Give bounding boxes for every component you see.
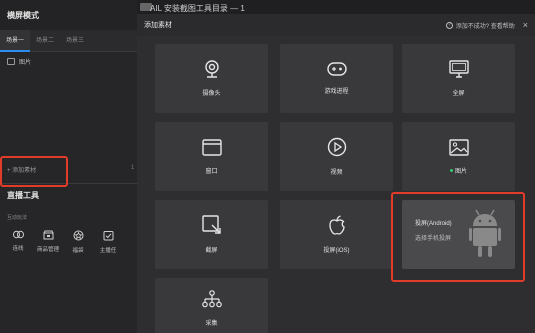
tool-task[interactable]: 主播任: [97, 230, 119, 254]
tool-label: 主播任: [99, 248, 117, 254]
tools-row: 连线 商品管理 福袋 主播任: [7, 230, 119, 254]
highlight-android-cast: [391, 192, 525, 282]
tile-label: 图片: [449, 166, 467, 175]
tab-scene-2[interactable]: 场景二: [30, 30, 60, 52]
tile-video[interactable]: 视频: [280, 122, 393, 191]
image-icon: [448, 138, 469, 156]
live-tools-title: 直播工具: [7, 191, 39, 200]
monitor-icon: [448, 60, 469, 78]
tile-label: 投屏(iOS): [323, 248, 350, 254]
mode-title: 横屏模式: [0, 0, 137, 30]
tile-label: 窗口: [205, 168, 218, 175]
help-text: 添加不成功? 查看帮助: [455, 23, 515, 30]
add-source-dialog: 添加素材 ? 添加不成功? 查看帮助 × 摄像头 游戏进程 全屏 窗口 视频 图…: [137, 14, 535, 333]
tile-fullscreen[interactable]: 全屏: [402, 44, 515, 113]
dialog-title: 添加素材: [144, 22, 172, 29]
left-panel: 横屏模式 场景一 场景二 场景三 图片 + 添加素材 1 直播工具 互动玩法 连…: [0, 0, 137, 333]
tool-label: 福袋: [72, 248, 84, 254]
tile-ios-cast[interactable]: 投屏(iOS): [280, 200, 393, 269]
scene-tabs: 场景一 场景二 场景三: [0, 29, 137, 52]
edge-marker: 1: [131, 165, 135, 171]
interact-label: 互动玩法: [7, 215, 28, 221]
gamepad-icon: [326, 62, 347, 76]
top-strip-title: AIL 安装截图工具目录 — 1: [150, 4, 245, 13]
tab-scene-1[interactable]: 场景一: [0, 29, 31, 52]
capture-icon: [201, 290, 222, 308]
tile-label: 游戏进程: [324, 89, 349, 95]
task-check-icon: [103, 231, 113, 241]
dialog-header: 添加素材 ? 添加不成功? 查看帮助 ×: [137, 14, 535, 36]
tile-label: 截屏: [205, 248, 218, 254]
tile-image[interactable]: 图片: [402, 122, 515, 191]
shop-icon: [43, 230, 53, 240]
tile-window[interactable]: 窗口: [155, 122, 268, 191]
screenshot-icon: [201, 215, 221, 234]
tile-label: 视频: [330, 170, 343, 176]
tool-gift[interactable]: 福袋: [67, 230, 89, 254]
highlight-add-source: [0, 156, 68, 187]
gift-badge-icon: [73, 230, 83, 241]
tile-screenshot[interactable]: 截屏: [155, 200, 268, 269]
tool-shop[interactable]: 商品管理: [37, 230, 59, 254]
help-link[interactable]: ? 添加不成功? 查看帮助: [445, 21, 515, 30]
camera-icon: [204, 60, 219, 78]
tile-camera[interactable]: 摄像头: [155, 44, 268, 113]
tool-label: 连线: [12, 246, 24, 252]
window-icon: [201, 138, 222, 156]
apple-icon: [328, 215, 345, 235]
tool-link[interactable]: 连线: [7, 230, 29, 254]
tile-game-process[interactable]: 游戏进程: [280, 44, 393, 113]
tile-label: 摄像头: [202, 91, 221, 97]
tab-scene-3[interactable]: 场景三: [60, 30, 90, 52]
link-icon: [12, 230, 24, 239]
image-icon: [7, 58, 15, 65]
play-icon: [327, 137, 346, 157]
source-item[interactable]: 图片: [7, 57, 31, 66]
source-item-label: 图片: [19, 60, 32, 66]
tile-label-text: 图片: [454, 168, 467, 175]
tool-label: 商品管理: [37, 247, 60, 253]
question-icon: ?: [445, 21, 453, 29]
new-dot-icon: [449, 169, 453, 173]
tile-capture[interactable]: 采集: [155, 278, 268, 333]
tile-label: 采集: [205, 321, 218, 327]
tile-label: 全屏: [452, 91, 465, 97]
close-button[interactable]: ×: [523, 20, 528, 30]
